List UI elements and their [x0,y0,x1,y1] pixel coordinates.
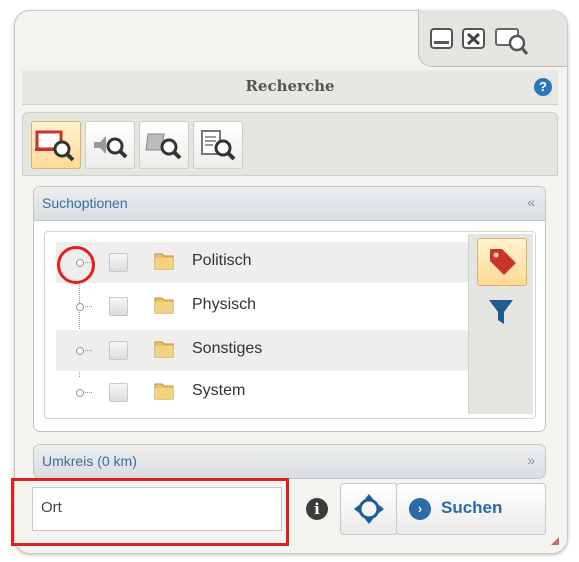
document-search-button[interactable] [193,121,243,169]
crosshair-icon [354,494,384,524]
search-options-header[interactable]: Suchoptionen « [34,187,545,221]
folder-icon [154,297,174,314]
resize-grip-icon[interactable] [551,537,559,545]
collapse-icon[interactable]: « [527,194,535,210]
search-options-section: Suchoptionen « Politisch Physisch Sonsti… [33,186,546,432]
folder-icon [154,383,174,400]
checkbox[interactable] [109,341,128,360]
info-icon[interactable]: i [306,498,328,520]
tree-item-label: System [192,382,246,399]
search-type-toolbar [22,112,558,176]
folder-icon [154,253,174,270]
tag-icon [490,249,516,275]
filter-button[interactable] [477,288,525,334]
audio-search-icon [94,136,128,159]
search-button[interactable]: › Suchen [396,483,546,535]
checkbox[interactable] [109,383,128,402]
locate-button[interactable] [340,483,398,535]
tree-item-system[interactable]: System [56,372,468,413]
help-icon[interactable]: ? [534,78,552,96]
minimize-icon[interactable] [429,26,455,52]
checkbox[interactable] [109,297,128,316]
search-options-title: Suchoptionen [42,195,128,211]
audio-search-button[interactable] [85,121,135,169]
options-sidebar [468,234,533,414]
expand-icon[interactable]: » [527,452,535,468]
tree-node-icon [76,303,92,317]
book-search-icon [145,133,182,160]
close-icon[interactable] [461,26,487,52]
search-button-label: Suchen [441,498,503,517]
search-window-icon[interactable] [495,26,529,55]
tree-item-label: Sonstiges [192,340,263,357]
tree-item-physisch[interactable]: Physisch [56,286,468,327]
radius-title: Umkreis (0 km) [42,453,137,469]
radius-section: Umkreis (0 km) » [33,444,546,479]
highlight-box [11,478,289,546]
tree-item-politisch[interactable]: Politisch [56,242,468,283]
map-search-button[interactable] [31,121,81,169]
tag-button[interactable] [477,238,527,286]
highlight-circle [57,246,95,284]
document-search-icon [201,130,236,161]
folder-icon [154,341,174,358]
arrow-right-icon: › [409,498,431,520]
filter-icon [489,300,513,324]
window-title: Recherche [245,77,335,95]
book-search-button[interactable] [139,121,189,169]
category-tree: Politisch Physisch Sonstiges System [44,231,536,419]
tree-node-icon [76,389,92,403]
tree-node-icon [76,347,92,361]
radius-header[interactable]: Umkreis (0 km) » [34,445,545,479]
tree-item-label: Politisch [192,252,252,269]
map-search-icon [35,130,75,162]
window-controls [418,10,567,67]
tree-item-label: Physisch [192,296,257,313]
title-bar: Recherche ? [22,70,558,105]
checkbox[interactable] [109,253,128,272]
tree-item-sonstiges[interactable]: Sonstiges [56,330,468,371]
